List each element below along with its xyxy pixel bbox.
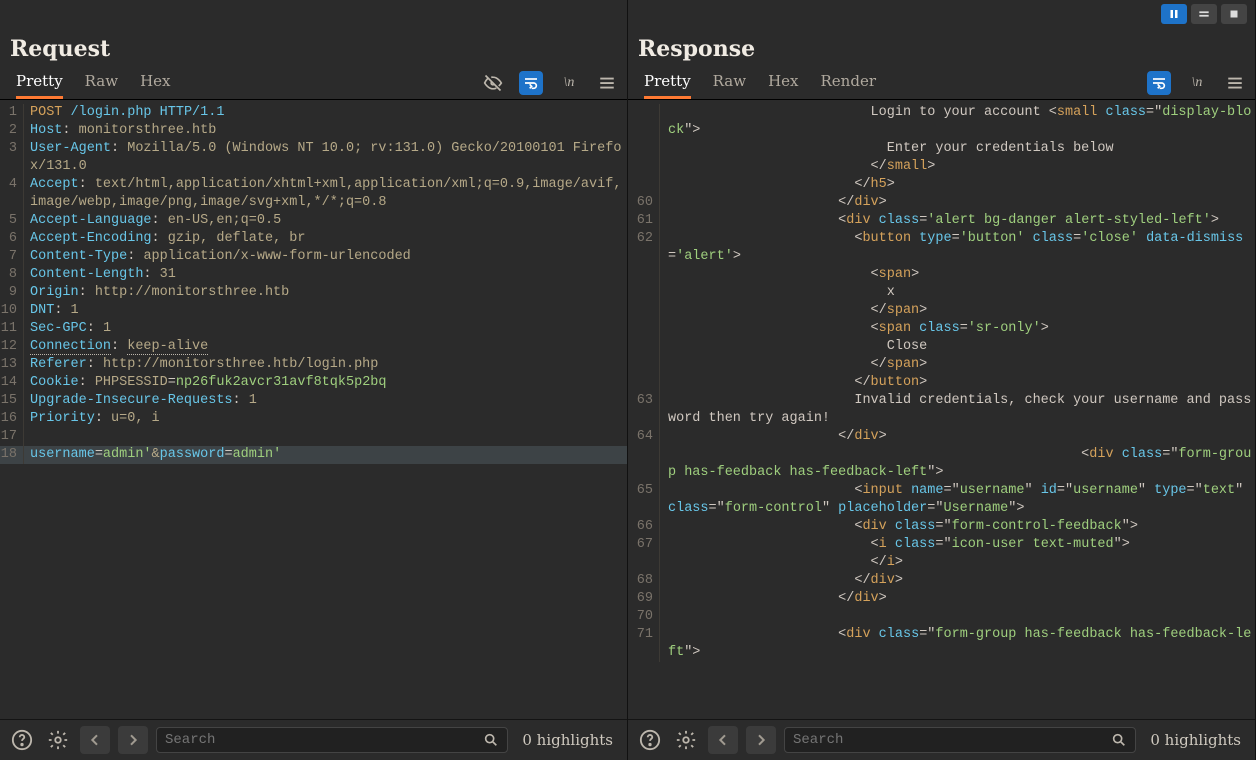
back-button[interactable] — [708, 726, 738, 754]
response-tabs: Pretty Raw Hex Render — [634, 66, 886, 99]
tab-hex[interactable]: Hex — [768, 72, 798, 99]
code-line: Close — [628, 338, 1255, 356]
tab-raw[interactable]: Raw — [713, 72, 746, 99]
code-line: 11Sec-GPC: 1 — [0, 320, 627, 338]
response-footer: 0 highlights — [628, 719, 1255, 760]
code-line: 12Connection: keep-alive — [0, 338, 627, 356]
request-panel: Request Pretty Raw Hex \n 1POST /login.php… — [0, 0, 628, 760]
tab-hex[interactable]: Hex — [140, 72, 170, 99]
wrap-lines-icon[interactable] — [519, 71, 543, 95]
newline-icon[interactable]: \n — [557, 71, 581, 95]
request-code[interactable]: 1POST /login.php HTTP/1.12Host: monitors… — [0, 100, 627, 719]
request-tabs-row: Pretty Raw Hex \n — [0, 66, 627, 100]
code-line: <span class='sr-only'> — [628, 320, 1255, 338]
code-line: 15Upgrade-Insecure-Requests: 1 — [0, 392, 627, 410]
request-search[interactable] — [156, 727, 508, 753]
code-line: 3User-Agent: Mozilla/5.0 (Windows NT 10.… — [0, 140, 627, 176]
response-search-input[interactable] — [793, 732, 1111, 748]
code-line: 60 </div> — [628, 194, 1255, 212]
code-line: 1POST /login.php HTTP/1.1 — [0, 104, 627, 122]
response-toolbar: \n — [1147, 71, 1249, 95]
request-highlight-count: 0 highlights — [516, 731, 619, 749]
code-line: </button> — [628, 374, 1255, 392]
back-button[interactable] — [80, 726, 110, 754]
response-search[interactable] — [784, 727, 1136, 753]
scan-controls — [1161, 4, 1247, 24]
code-line: 17 — [0, 428, 627, 446]
gear-icon[interactable] — [672, 726, 700, 754]
code-line: 68 </div> — [628, 572, 1255, 590]
request-search-input[interactable] — [165, 732, 483, 748]
menu-icon[interactable] — [1223, 71, 1247, 95]
code-line: 62 <button type='button' class='close' d… — [628, 230, 1255, 266]
code-line: </h5> — [628, 176, 1255, 194]
code-line: 13Referer: http://monitorsthree.htb/logi… — [0, 356, 627, 374]
code-line: 7Content-Type: application/x-www-form-ur… — [0, 248, 627, 266]
code-line: </span> — [628, 356, 1255, 374]
newline-icon[interactable]: \n — [1185, 71, 1209, 95]
tab-pretty[interactable]: Pretty — [16, 72, 63, 99]
code-line: x — [628, 284, 1255, 302]
help-icon[interactable] — [636, 726, 664, 754]
code-line: 70 — [628, 608, 1255, 626]
code-line: Login to your account <small class="disp… — [628, 104, 1255, 140]
code-line: 8Content-Length: 31 — [0, 266, 627, 284]
forward-button[interactable] — [118, 726, 148, 754]
code-line: 69 </div> — [628, 590, 1255, 608]
code-line: 64 </div> — [628, 428, 1255, 446]
tab-pretty[interactable]: Pretty — [644, 72, 691, 99]
code-line: </small> — [628, 158, 1255, 176]
code-line: 18username=admin'&password=admin' — [0, 446, 627, 464]
response-title: Response — [628, 28, 1255, 66]
response-code[interactable]: Login to your account <small class="disp… — [628, 100, 1255, 719]
code-line: 65 <input name="username" id="username" … — [628, 482, 1255, 518]
tab-raw[interactable]: Raw — [85, 72, 118, 99]
code-line: </i> — [628, 554, 1255, 572]
tab-render[interactable]: Render — [821, 72, 876, 99]
code-line: 10DNT: 1 — [0, 302, 627, 320]
gear-icon[interactable] — [44, 726, 72, 754]
code-line: </span> — [628, 302, 1255, 320]
code-line: 16Priority: u=0, i — [0, 410, 627, 428]
forward-button[interactable] — [746, 726, 776, 754]
menu-icon[interactable] — [595, 71, 619, 95]
code-line: 2Host: monitorsthree.htb — [0, 122, 627, 140]
code-line: 61 <div class='alert bg-danger alert-sty… — [628, 212, 1255, 230]
code-line: 6Accept-Encoding: gzip, deflate, br — [0, 230, 627, 248]
code-line: 71 <div class="form-group has-feedback h… — [628, 626, 1255, 662]
code-line: 5Accept-Language: en-US,en;q=0.5 — [0, 212, 627, 230]
code-line: 14Cookie: PHPSESSID=np26fuk2avcr31avf8tq… — [0, 374, 627, 392]
request-toolbar: \n — [481, 71, 621, 95]
search-icon[interactable] — [1111, 732, 1127, 748]
request-title: Request — [0, 28, 627, 66]
code-line: 4Accept: text/html,application/xhtml+xml… — [0, 176, 627, 212]
search-icon[interactable] — [483, 732, 499, 748]
request-footer: 0 highlights — [0, 719, 627, 760]
response-highlight-count: 0 highlights — [1144, 731, 1247, 749]
eye-off-icon[interactable] — [481, 71, 505, 95]
pause-button[interactable] — [1161, 4, 1187, 24]
code-line: Enter your credentials below — [628, 140, 1255, 158]
stop-button[interactable] — [1221, 4, 1247, 24]
code-line: 66 <div class="form-control-feedback"> — [628, 518, 1255, 536]
code-line: <span> — [628, 266, 1255, 284]
code-line: 63 Invalid credentials, check your usern… — [628, 392, 1255, 428]
request-tabs: Pretty Raw Hex — [6, 66, 181, 99]
help-icon[interactable] — [8, 726, 36, 754]
code-line: 9Origin: http://monitorsthree.htb — [0, 284, 627, 302]
response-tabs-row: Pretty Raw Hex Render \n — [628, 66, 1255, 100]
wrap-lines-icon[interactable] — [1147, 71, 1171, 95]
equals-button[interactable] — [1191, 4, 1217, 24]
response-panel: Response Pretty Raw Hex Render \n Login to … — [628, 0, 1256, 760]
code-line: <div class="form-group has-feedback has-… — [628, 446, 1255, 482]
code-line: 67 <i class="icon-user text-muted"> — [628, 536, 1255, 554]
